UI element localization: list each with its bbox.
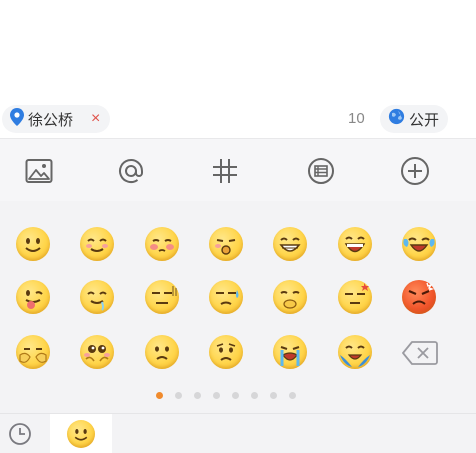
location-text: 徐公桥 (28, 111, 74, 129)
long-post-icon[interactable] (306, 156, 336, 186)
emoji-pout[interactable] (209, 227, 243, 261)
post-text-area[interactable] (0, 0, 476, 100)
emoji-page-indicator (0, 392, 476, 402)
page-dot[interactable] (270, 392, 277, 399)
emoji-cover-mouth[interactable] (273, 280, 307, 314)
emoji-bored[interactable] (145, 280, 179, 314)
compose-toolbar (0, 138, 476, 202)
page-dot[interactable] (289, 392, 296, 399)
emoji-crying[interactable] (273, 335, 307, 369)
emoji-tears-of-joy[interactable] (402, 227, 436, 261)
emoji-blush[interactable] (80, 227, 114, 261)
emoji-tab-icon[interactable] (50, 414, 112, 453)
location-chip[interactable]: 徐公桥 × (2, 105, 111, 133)
emoji-panel (0, 201, 476, 413)
page-dot[interactable] (156, 392, 163, 399)
emoji-facepalm[interactable] (16, 335, 50, 369)
at-mention-icon[interactable] (116, 156, 146, 186)
emoji-shy[interactable] (145, 227, 179, 261)
emoji-angry[interactable] (402, 280, 436, 314)
page-dot[interactable] (232, 392, 239, 399)
emoji-sobbing[interactable] (338, 335, 372, 369)
location-pin-icon (10, 107, 24, 131)
page-dot[interactable] (194, 392, 201, 399)
emoji-sad[interactable] (145, 335, 179, 369)
emoji-smile[interactable] (16, 227, 50, 261)
image-icon[interactable] (24, 156, 54, 186)
visibility-label: 公开 (409, 111, 440, 129)
visibility-button[interactable]: 公开 (380, 105, 449, 133)
emoji-category-bar (0, 413, 476, 453)
emoji-laugh[interactable] (338, 227, 372, 261)
page-dot[interactable] (175, 392, 182, 399)
emoji-grin[interactable] (273, 227, 307, 261)
backspace-icon[interactable] (402, 340, 438, 366)
emoji-sweat[interactable] (209, 280, 243, 314)
page-dot[interactable] (213, 392, 220, 399)
globe-icon (388, 108, 405, 130)
hashtag-icon[interactable] (210, 156, 240, 186)
emoji-worried[interactable] (209, 335, 243, 369)
post-meta-row: 徐公桥 × 10 公开 (0, 100, 476, 138)
char-count: 10 (348, 110, 365, 127)
add-icon[interactable] (400, 156, 430, 186)
emoji-drool[interactable] (80, 280, 114, 314)
remove-location-button[interactable]: × (91, 111, 100, 127)
emoji-dizzy[interactable] (338, 280, 372, 314)
emoji-tongue[interactable] (16, 280, 50, 314)
page-dot[interactable] (251, 392, 258, 399)
emoji-pleading[interactable] (80, 335, 114, 369)
recent-clock-icon[interactable] (0, 414, 40, 453)
